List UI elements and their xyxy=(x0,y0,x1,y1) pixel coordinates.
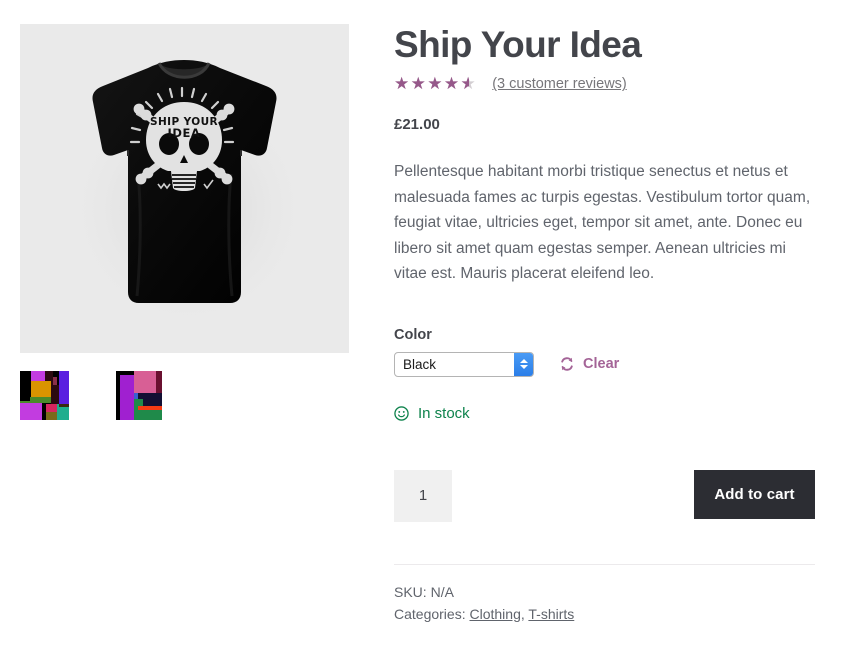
product-meta: SKU: N/A Categories: Clothing, T-shirts xyxy=(394,581,815,625)
star-rating: ★★★★★ ★★★★★ xyxy=(394,74,477,94)
color-select[interactable]: Black xyxy=(394,352,534,377)
chevron-up-icon xyxy=(520,359,528,363)
thumbnail-1[interactable] xyxy=(20,371,69,420)
product-description: Pellentesque habitant morbi tristique se… xyxy=(394,159,814,287)
customer-reviews-link[interactable]: (3 customer reviews) xyxy=(492,76,627,92)
clear-label: Clear xyxy=(583,356,619,372)
color-attribute-label: Color xyxy=(394,327,815,343)
thumbnail-strip xyxy=(20,371,349,420)
category-link-tshirts[interactable]: T-shirts xyxy=(528,606,574,622)
product-gallery: SHIP YOUR IDEA xyxy=(20,24,349,420)
refresh-icon xyxy=(559,356,575,372)
stock-status-label: In stock xyxy=(418,405,470,422)
categories-label: Categories: xyxy=(394,606,466,622)
chevron-updown-icon[interactable] xyxy=(514,353,533,376)
categories-row: Categories: Clothing, T-shirts xyxy=(394,603,815,625)
sku-value: N/A xyxy=(431,584,454,600)
clear-variation-button[interactable]: Clear xyxy=(559,356,619,372)
color-select-wrapper[interactable]: Black xyxy=(394,352,534,377)
rating-row: ★★★★★ ★★★★★ (3 customer reviews) xyxy=(394,74,815,94)
sku-label: SKU: xyxy=(394,584,427,600)
tshirt-illustration: SHIP YOUR IDEA xyxy=(20,24,349,353)
add-to-cart-button[interactable]: Add to cart xyxy=(694,470,815,519)
category-link-clothing[interactable]: Clothing xyxy=(469,606,520,622)
star-rating-filled: ★★★★★ xyxy=(394,74,469,94)
smiley-icon xyxy=(394,406,409,421)
page-title: Ship Your Idea xyxy=(394,24,815,65)
thumbnail-2[interactable] xyxy=(116,371,165,420)
meta-divider xyxy=(394,564,815,565)
svg-text:IDEA: IDEA xyxy=(168,126,201,140)
chevron-down-icon xyxy=(520,365,528,369)
sku-row: SKU: N/A xyxy=(394,581,815,603)
variations-form: Color Black Clear xyxy=(394,327,815,377)
product-page: SHIP YOUR IDEA xyxy=(0,0,845,649)
quantity-input[interactable]: 1 xyxy=(394,470,452,522)
color-attribute-row: Black Clear xyxy=(394,352,815,377)
main-product-image[interactable]: SHIP YOUR IDEA xyxy=(20,24,349,353)
product-price: £21.00 xyxy=(394,116,815,133)
product-summary: Ship Your Idea ★★★★★ ★★★★★ (3 customer r… xyxy=(394,24,815,625)
stock-status: In stock xyxy=(394,405,815,422)
cart-row: 1 Add to cart xyxy=(394,470,815,522)
